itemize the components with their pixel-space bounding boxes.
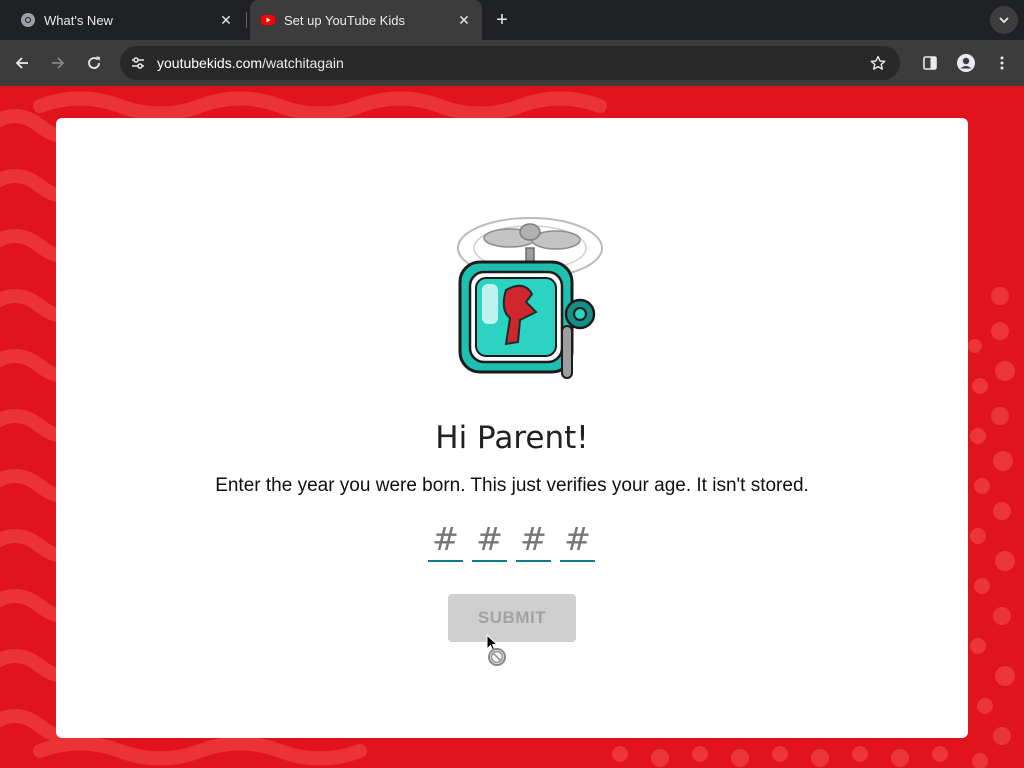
tab-separator (246, 12, 247, 28)
profile-icon (957, 54, 975, 72)
close-icon[interactable]: ✕ (216, 10, 236, 30)
side-panel-button[interactable] (916, 49, 944, 77)
youtube-icon (260, 12, 276, 28)
tab-strip: What's New ✕ Set up YouTube Kids ✕ + (0, 0, 1024, 40)
arrow-right-icon (52, 57, 65, 69)
tab-title: What's New (44, 12, 113, 28)
page-background: Hi Parent! Enter the year you were born.… (0, 86, 1024, 768)
bookmark-star-icon[interactable] (864, 49, 892, 77)
tab-title: Set up YouTube Kids (284, 12, 405, 28)
reload-icon (88, 56, 100, 69)
profile-button[interactable] (952, 49, 980, 77)
new-tab-button[interactable]: + (490, 8, 514, 32)
birth-year-digit-4[interactable] (560, 518, 595, 562)
close-icon[interactable]: ✕ (454, 10, 474, 30)
instruction-text: Enter the year you were born. This just … (215, 475, 809, 496)
tv-robot-mascot-illustration (457, 217, 603, 379)
age-gate-card: Hi Parent! Enter the year you were born.… (56, 118, 968, 738)
tab-search-button[interactable] (990, 6, 1018, 34)
birth-year-input-group (428, 518, 598, 564)
birth-year-digit-2[interactable] (472, 518, 507, 562)
url-path: /watchitagain (262, 55, 344, 71)
submit-button[interactable]: SUBMIT (448, 594, 576, 642)
chrome-icon (20, 12, 36, 28)
browser-toolbar: youtubekids.com/watchitagain (0, 40, 1024, 86)
site-info-icon[interactable] (123, 48, 153, 78)
arrow-left-icon (15, 57, 28, 69)
side-panel-icon (923, 56, 937, 70)
url-host: youtubekids.com (157, 55, 263, 71)
browser-menu-button[interactable] (988, 49, 1016, 77)
more-vert-icon (1000, 56, 1004, 70)
reload-button[interactable] (80, 49, 108, 77)
back-button[interactable] (8, 49, 36, 77)
birth-year-digit-3[interactable] (516, 518, 551, 562)
forward-button[interactable] (44, 49, 72, 77)
page-title: Hi Parent! (435, 420, 589, 456)
tab-setup-youtube-kids[interactable]: Set up YouTube Kids ✕ (250, 0, 482, 40)
address-bar[interactable]: youtubekids.com/watchitagain (120, 46, 900, 80)
url-text: youtubekids.com/watchitagain (157, 55, 344, 71)
birth-year-digit-1[interactable] (428, 518, 463, 562)
tab-whats-new[interactable]: What's New ✕ (8, 0, 244, 40)
chevron-down-icon (999, 17, 1009, 24)
